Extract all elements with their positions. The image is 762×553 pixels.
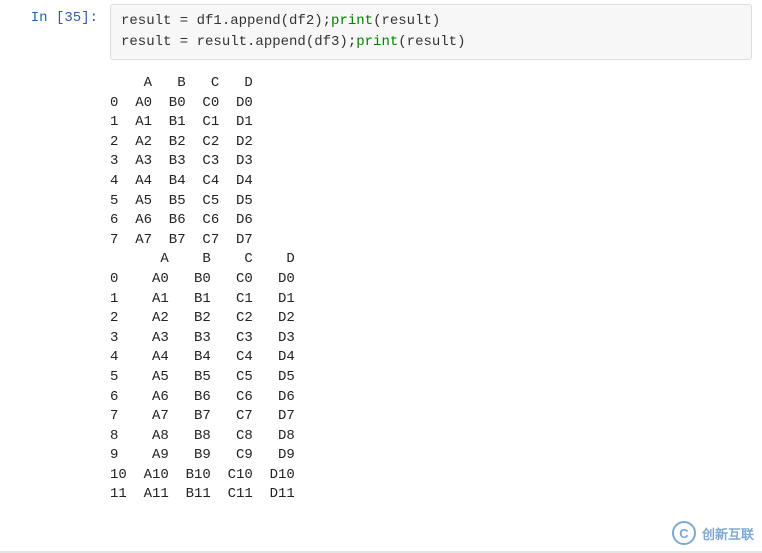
code-text: (result) [398,34,465,50]
table-row: 10 A10 B10 C10 D10 [110,466,762,486]
watermark: C 创新互联 [672,521,754,545]
output-area: A B C D 0 A0 B0 C0 D0 1 A1 B1 C1 D1 2 A2… [0,64,762,505]
table-row: 2 A2 B2 C2 D2 [110,133,762,153]
table-row: 6 A6 B6 C6 D6 [110,388,762,408]
table-row: 2 A2 B2 C2 D2 [110,309,762,329]
table-row: 5 A5 B5 C5 D5 [110,192,762,212]
table-row: 7 A7 B7 C7 D7 [110,407,762,427]
table-row: 8 A8 B8 C8 D8 [110,427,762,447]
code-text: result = result.append(df3); [121,34,356,50]
table-row: 3 A3 B3 C3 D3 [110,152,762,172]
table-row: 0 A0 B0 C0 D0 [110,270,762,290]
code-line-1: result = df1.append(df2);print(result) [121,11,741,32]
code-text: (result) [373,13,440,29]
table-row: 4 A4 B4 C4 D4 [110,172,762,192]
code-block[interactable]: result = df1.append(df2);print(result) r… [110,4,752,60]
table-row: 11 A11 B11 C11 D11 [110,485,762,505]
table-row: 1 A1 B1 C1 D1 [110,113,762,133]
table-row: 1 A1 B1 C1 D1 [110,290,762,310]
table-row: 7 A7 B7 C7 D7 [110,231,762,251]
table-header: A B C D [110,250,762,270]
table-row: 3 A3 B3 C3 D3 [110,329,762,349]
input-cell: In [35]: result = df1.append(df2);print(… [0,0,762,64]
table-row: 5 A5 B5 C5 D5 [110,368,762,388]
code-text: result = df1.append(df2); [121,13,331,29]
cell-content: result = df1.append(df2);print(result) r… [110,4,762,60]
table-row: 9 A9 B9 C9 D9 [110,446,762,466]
table-row: 0 A0 B0 C0 D0 [110,94,762,114]
code-line-2: result = result.append(df3);print(result… [121,32,741,53]
table-header: A B C D [110,74,762,94]
brand-name: 创新互联 [702,524,754,543]
brand-logo-icon: C [672,521,696,545]
print-keyword: print [356,34,398,50]
print-keyword: print [331,13,373,29]
table-row: 4 A4 B4 C4 D4 [110,348,762,368]
table-row: 6 A6 B6 C6 D6 [110,211,762,231]
input-prompt: In [35]: [0,4,110,60]
